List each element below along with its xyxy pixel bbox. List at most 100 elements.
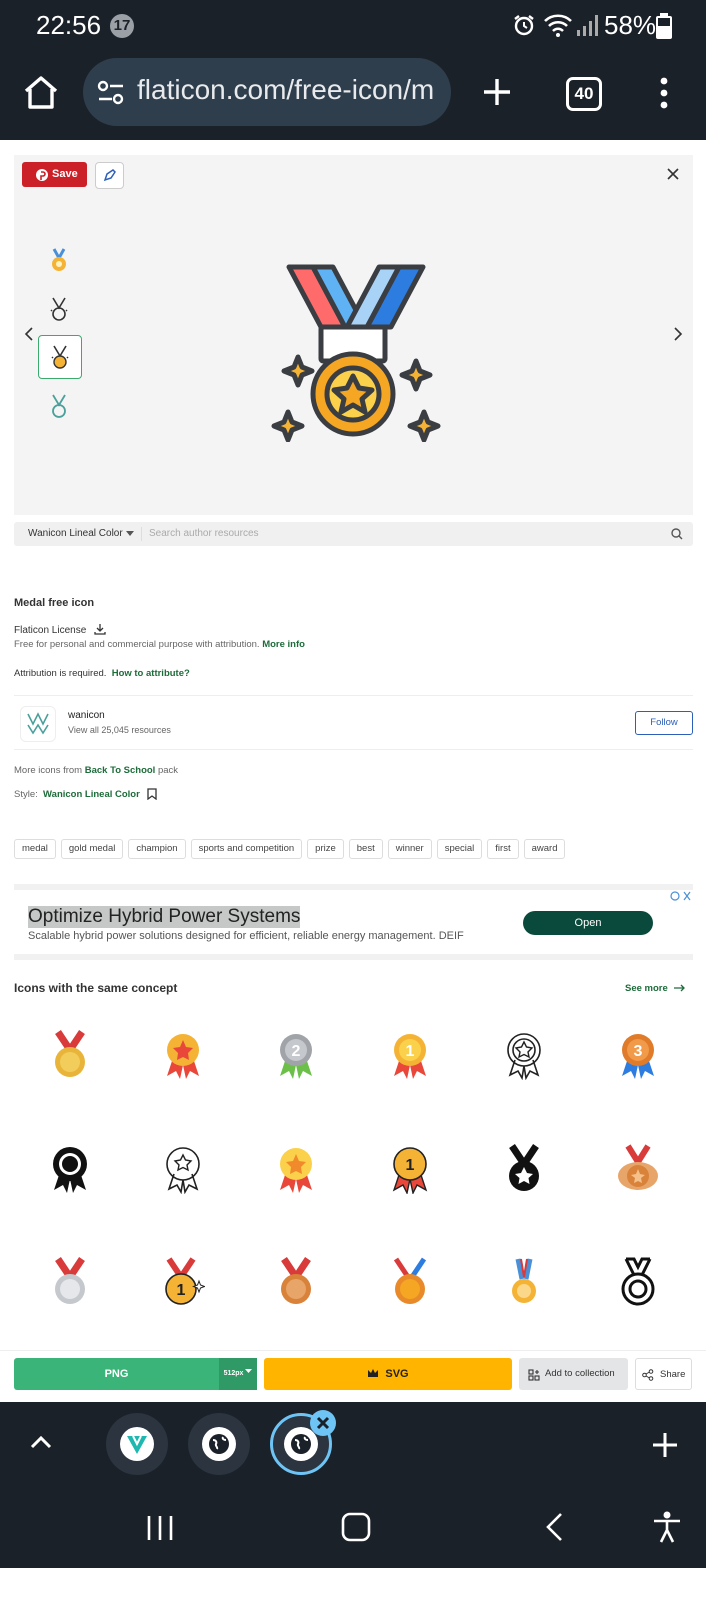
ad-choices-icon[interactable] (670, 891, 692, 901)
related-icon[interactable] (158, 1030, 208, 1080)
related-icon[interactable]: 1 (385, 1144, 435, 1194)
chevron-up-icon[interactable] (29, 1434, 53, 1450)
tag[interactable]: winner (387, 839, 432, 859)
recent-apps-icon[interactable] (145, 1513, 175, 1543)
signal-icon (577, 15, 598, 36)
gold-1-rosette-outline-icon: 1 (392, 1147, 428, 1194)
thumbnail-2[interactable] (38, 288, 80, 330)
attribution-text: Attribution is required. (14, 668, 107, 679)
download-license-icon[interactable] (94, 623, 106, 635)
style-link[interactable]: Wanicon Lineal Color (43, 789, 140, 800)
related-icon[interactable] (45, 1257, 95, 1307)
author-style-select[interactable]: Wanicon Lineal Color (28, 528, 123, 539)
battery-icon (656, 13, 672, 39)
related-icon[interactable] (613, 1257, 663, 1307)
tag[interactable]: best (348, 839, 383, 859)
add-tab-icon[interactable] (651, 1431, 679, 1459)
next-icon-arrow[interactable] (672, 326, 684, 342)
outline-star-rosette-2-icon (166, 1147, 200, 1194)
divider (14, 695, 693, 696)
search-icon[interactable] (671, 528, 683, 540)
tag[interactable]: medal (14, 839, 56, 859)
url-text: flaticon.com/free-icon/m (137, 74, 435, 105)
thumbnail-1[interactable] (38, 239, 80, 281)
attribution-line: Attribution is required. How to attribut… (14, 668, 190, 679)
gold-star-rosette-icon (167, 1034, 199, 1079)
related-icon[interactable] (45, 1030, 95, 1080)
author-avatar[interactable] (20, 706, 56, 742)
related-icon[interactable]: 3 (613, 1030, 663, 1080)
how-to-attribute-link[interactable]: How to attribute? (112, 668, 190, 679)
prev-icon-arrow[interactable] (23, 326, 35, 342)
tag[interactable]: sports and competition (190, 839, 303, 859)
site-settings-icon[interactable] (97, 79, 125, 107)
thumbnail-4[interactable] (38, 385, 80, 427)
related-icon[interactable]: 1 (158, 1257, 208, 1307)
svg-text:1: 1 (406, 1157, 415, 1174)
ad-banner[interactable]: Optimize Hybrid Power Systems Scalable h… (14, 884, 693, 960)
related-icon[interactable] (158, 1144, 208, 1194)
tag[interactable]: gold medal (60, 839, 124, 859)
edit-icon-button[interactable] (95, 162, 124, 189)
related-icon[interactable]: 1 (385, 1030, 435, 1080)
related-icon[interactable] (499, 1144, 549, 1194)
tab-thumbnail[interactable] (106, 1413, 168, 1475)
png-size-value: 512px (223, 1370, 244, 1377)
battery-percent: 58% (604, 10, 657, 40)
share-button[interactable]: Share (635, 1358, 692, 1390)
black-rosette-icon (53, 1147, 87, 1193)
follow-button[interactable]: Follow (635, 711, 693, 735)
svg-label: SVG (385, 1368, 409, 1380)
home-icon[interactable] (22, 74, 60, 110)
related-icon[interactable]: 2 (271, 1030, 321, 1080)
tag[interactable]: champion (128, 839, 186, 859)
related-icon[interactable] (45, 1144, 95, 1194)
medal-color-icon (52, 248, 66, 271)
close-tab-icon[interactable] (309, 1409, 337, 1437)
close-icon[interactable] (666, 167, 680, 181)
svg-download-button[interactable]: SVG (264, 1358, 512, 1390)
tag[interactable]: prize (307, 839, 344, 859)
more-menu-icon[interactable] (657, 76, 671, 110)
svg-text:1: 1 (406, 1043, 415, 1060)
tag[interactable]: first (487, 839, 519, 859)
related-icon[interactable] (271, 1144, 321, 1194)
tag[interactable]: special (436, 839, 483, 859)
medal-lineal-color-icon (51, 345, 69, 369)
svg-text:3: 3 (634, 1043, 643, 1060)
pack-link[interactable]: Back To School (85, 765, 156, 776)
thumbnail-3-selected[interactable] (38, 335, 82, 379)
bookmark-icon[interactable] (147, 788, 158, 801)
notification-count-badge: 17 (110, 14, 134, 38)
related-icon[interactable] (613, 1144, 663, 1194)
home-nav-icon[interactable] (340, 1511, 372, 1543)
status-bar (0, 0, 706, 52)
tag[interactable]: award (523, 839, 566, 859)
related-icon[interactable] (385, 1257, 435, 1307)
accessibility-icon[interactable] (650, 1510, 684, 1544)
ad-title[interactable]: Optimize Hybrid Power Systems (28, 906, 301, 928)
png-size-select[interactable]: 512px (219, 1358, 257, 1390)
more-info-link[interactable]: More info (262, 639, 305, 650)
author-resources-link[interactable]: View all 25,045 resources (68, 725, 171, 735)
pinterest-save-button[interactable]: Save (22, 162, 87, 187)
add-to-collection-button[interactable]: Add to collection (519, 1358, 628, 1390)
author-search-input[interactable]: Search author resources (149, 528, 259, 539)
related-icon[interactable] (499, 1257, 549, 1307)
png-download-button[interactable]: PNG 512px (14, 1358, 257, 1390)
see-more-label: See more (625, 983, 668, 994)
wifi-icon (544, 14, 572, 37)
back-nav-icon[interactable] (543, 1511, 565, 1543)
gold-medal-tricolor-icon (393, 1257, 427, 1304)
related-icon[interactable] (499, 1030, 549, 1080)
tab-switcher-button[interactable]: 40 (566, 77, 602, 111)
see-more-link[interactable]: See more (625, 983, 686, 994)
new-tab-icon[interactable] (482, 77, 512, 107)
url-bar[interactable]: flaticon.com/free-icon/m (83, 58, 451, 126)
author-name[interactable]: wanicon (68, 710, 105, 721)
tab-thumbnail[interactable] (188, 1413, 250, 1475)
gold-1-medal-outline-icon: 1 (165, 1257, 205, 1305)
related-icon[interactable] (271, 1257, 321, 1307)
ad-open-button[interactable]: Open (523, 911, 653, 935)
pinterest-icon (36, 169, 48, 181)
